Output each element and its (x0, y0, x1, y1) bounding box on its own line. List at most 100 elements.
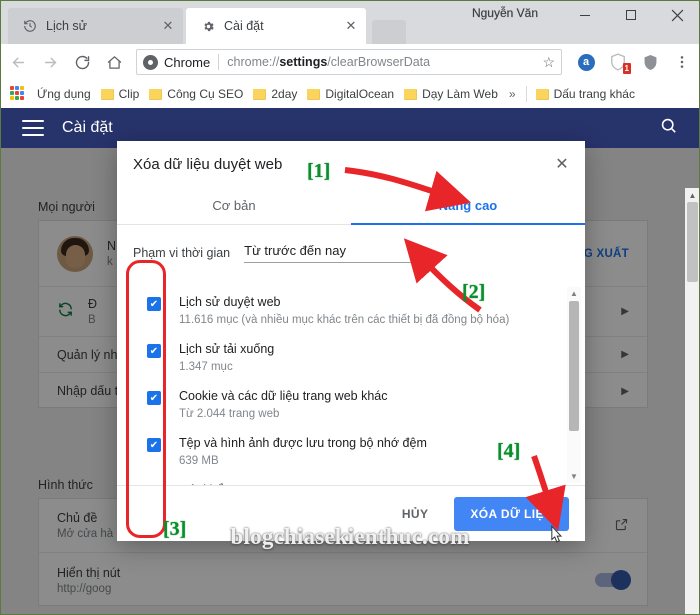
bookmark-label: Công Cụ SEO (167, 87, 244, 101)
tab-cai-dat[interactable]: Cài đặt ✕ (186, 8, 366, 44)
tab-strip: Lịch sử ✕ Cài đặt ✕ Nguyễn Văn (0, 0, 700, 44)
tab-co-ban[interactable]: Cơ bản (117, 187, 351, 224)
close-icon[interactable]: ✕ (551, 153, 573, 175)
tab-title: Lịch sử (46, 19, 88, 33)
omnibox-chip-label: Chrome (164, 54, 211, 70)
option-subtitle: 11.616 mục (và nhiều mục khác trên các t… (179, 314, 510, 326)
divider (525, 86, 527, 102)
gear-icon (200, 18, 216, 34)
option-text: Lịch sử duyệt web 11.616 mục (và nhiều m… (179, 294, 509, 328)
bookmarks-overflow-icon[interactable]: » (503, 87, 522, 101)
page-title: Cài đặt (62, 119, 113, 136)
back-arrow-icon[interactable] (4, 48, 32, 76)
dialog-title: Xóa dữ liệu duyệt web (133, 155, 283, 173)
url-prefix: chrome:// (227, 55, 280, 69)
option-row[interactable]: ✔ Cookie và các dữ liệu trang web khác T… (133, 381, 555, 428)
dialog-scrollbar[interactable]: ▲ ▼ (567, 287, 581, 483)
folder-icon (100, 88, 114, 100)
profile-name[interactable]: Nguyễn Văn (472, 6, 538, 20)
option-text: Tệp và hình ảnh được lưu trong bộ nhớ đệ… (179, 435, 427, 469)
browser-window: Lịch sử ✕ Cài đặt ✕ Nguyễn Văn Chrome ch… (0, 0, 700, 615)
folder-icon (149, 88, 163, 100)
home-icon[interactable] (100, 48, 128, 76)
search-icon[interactable] (659, 116, 678, 140)
option-row[interactable]: Mật khẩu 167 mật khẩu (đã đồng bộ hóa) (133, 475, 555, 485)
extension-shield2-icon[interactable] (636, 48, 664, 76)
close-icon[interactable]: ✕ (159, 17, 177, 35)
apps-grid-icon[interactable] (10, 86, 26, 102)
close-icon[interactable]: ✕ (342, 17, 360, 35)
extension-count-badge: 1 (622, 63, 631, 74)
tab-title: Cài đặt (224, 19, 264, 33)
bookmark-item[interactable]: Clip (96, 83, 145, 105)
scroll-down-icon[interactable]: ▼ (567, 470, 581, 483)
divider (218, 54, 220, 70)
extension-a-icon[interactable]: a (572, 48, 600, 76)
dialog-tabs: Cơ bản Nâng cao (117, 187, 585, 225)
chrome-menu-icon[interactable] (668, 48, 696, 76)
forward-arrow-icon[interactable] (36, 48, 64, 76)
maximize-button[interactable] (608, 0, 654, 30)
bookmark-item[interactable]: 2day (248, 83, 302, 105)
option-text: Cookie và các dữ liệu trang web khác Từ … (179, 388, 387, 422)
option-title: Tệp và hình ảnh được lưu trong bộ nhớ đệ… (179, 436, 427, 450)
address-bar[interactable]: Chrome chrome://settings/clearBrowserDat… (136, 49, 562, 75)
time-range-value: Từ trước đến nay (244, 243, 346, 258)
bookmark-item[interactable]: Công Cụ SEO (144, 83, 248, 105)
folder-icon (404, 88, 418, 100)
option-row[interactable]: ✔ Lịch sử duyệt web 11.616 mục (và nhiều… (133, 287, 555, 334)
bookmark-other[interactable]: Dấu trang khác (531, 83, 640, 105)
hamburger-icon[interactable] (22, 120, 44, 136)
bookmark-item[interactable]: DigitalOcean (302, 83, 399, 105)
option-row[interactable]: ✔ Lịch sử tải xuống 1.347 mục (133, 334, 555, 381)
option-title: Lịch sử tải xuống (179, 342, 275, 356)
bookmark-label: 2day (271, 87, 298, 101)
option-subtitle: 639 MB (179, 455, 219, 467)
close-window-button[interactable] (654, 0, 700, 30)
chevron-down-icon[interactable]: ▼ (423, 246, 432, 256)
bookmark-star-icon[interactable]: ☆ (534, 54, 555, 71)
scroll-up-icon[interactable]: ▲ (567, 287, 581, 300)
option-title: Lịch sử duyệt web (179, 295, 281, 309)
option-row[interactable]: ✔ Tệp và hình ảnh được lưu trong bộ nhớ … (133, 428, 555, 475)
time-range-row: Phạm vi thời gian Từ trước đến nay ▼ (117, 225, 585, 267)
chrome-icon (143, 54, 158, 70)
page-scrollbar[interactable]: ▲ ▼ (685, 188, 700, 615)
dialog-header: Xóa dữ liệu duyệt web ✕ (117, 141, 585, 187)
option-subtitle: 1.347 mục (179, 361, 233, 373)
browser-toolbar: Chrome chrome://settings/clearBrowserDat… (0, 44, 700, 80)
url-text: chrome://settings/clearBrowserData (227, 55, 430, 69)
mouse-cursor-icon (551, 524, 563, 543)
window-controls (562, 0, 700, 30)
bookmark-label: Clip (118, 87, 140, 101)
tab-lich-su[interactable]: Lịch sử ✕ (8, 8, 183, 44)
scroll-up-icon[interactable]: ▲ (685, 188, 700, 202)
folder-icon (307, 88, 321, 100)
bookmark-label: Ứng dụng (37, 87, 91, 101)
option-subtitle: Từ 2.044 trang web (179, 408, 280, 420)
time-range-select[interactable]: Từ trước đến nay ▼ (244, 243, 433, 263)
extension-shield-icon[interactable]: 1 (604, 48, 632, 76)
scrollbar-thumb[interactable] (569, 301, 579, 431)
reload-icon[interactable] (68, 48, 96, 76)
minimize-button[interactable] (562, 0, 608, 30)
bookmark-apps[interactable]: Ứng dụng (32, 83, 96, 105)
url-bold: settings (279, 55, 328, 69)
scrollbar-thumb[interactable] (687, 202, 698, 282)
new-tab-button[interactable] (372, 20, 406, 44)
bookmarks-bar: Ứng dụng Clip Công Cụ SEO 2day DigitalOc… (0, 80, 700, 108)
shield-glyph: 1 (608, 52, 631, 74)
bookmark-label: DigitalOcean (325, 87, 395, 101)
folder-icon (253, 88, 267, 100)
annotation-marker-1: [1] (307, 160, 331, 182)
time-range-label: Phạm vi thời gian (133, 246, 231, 260)
option-title: Cookie và các dữ liệu trang web khác (179, 389, 388, 403)
url-suffix: /clearBrowserData (327, 55, 431, 69)
annotation-marker-2: [2] (462, 281, 486, 303)
tab-nang-cao[interactable]: Nâng cao (351, 187, 585, 225)
extension-a-badge: a (577, 53, 595, 71)
annotation-marker-4: [4] (497, 440, 521, 462)
annotation-box-checkboxes (126, 260, 166, 538)
bookmark-item[interactable]: Dạy Làm Web (399, 83, 503, 105)
watermark: blogchiasekienthuc.com (230, 524, 470, 549)
